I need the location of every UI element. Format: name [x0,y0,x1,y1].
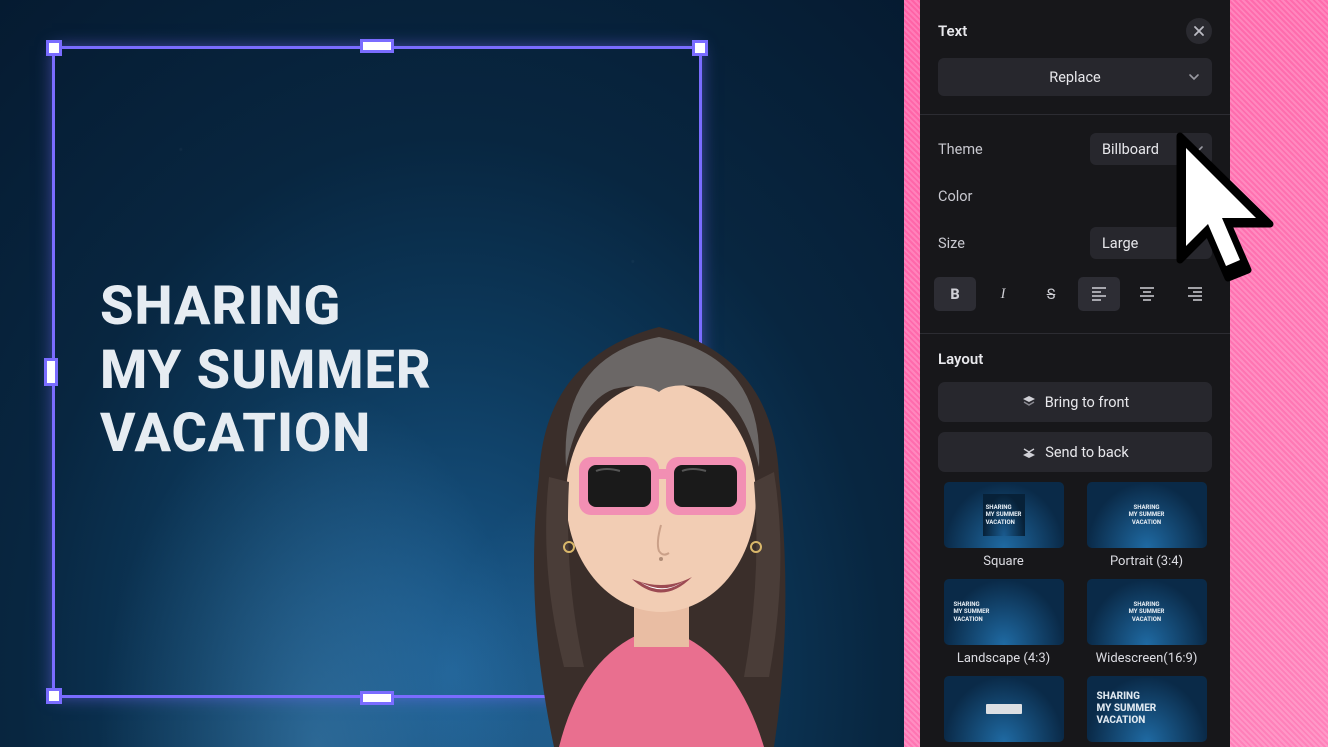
layout-label: Square [983,554,1024,569]
bring-to-front-icon [1021,394,1037,410]
close-icon [1193,25,1205,37]
chevron-down-icon [1192,143,1204,155]
layout-option-widescreen[interactable]: SHARINGMY SUMMERVACATION Widescreen(16:9… [1081,579,1212,666]
canvas-preview[interactable]: SHARING MY SUMMER VACATION [0,0,904,747]
layout-option-portrait[interactable]: SHARINGMY SUMMERVACATION Portrait (3:4) [1081,482,1212,569]
align-right-button[interactable] [1174,277,1216,311]
resize-handle-top[interactable] [360,39,394,53]
resize-handle-tl[interactable] [46,40,62,56]
italic-button[interactable]: I [982,277,1024,311]
layout-thumb: SHARINGMY SUMMERVACATION [1087,482,1207,548]
theme-dropdown[interactable]: Billboard [1090,133,1212,165]
color-swatch-letter: A [1195,190,1202,203]
chevron-down-icon [1188,71,1200,83]
bold-button[interactable]: B [934,277,976,311]
size-dropdown[interactable]: Large [1090,227,1212,259]
layout-label: Portrait (3:4) [1110,554,1183,569]
canvas-text-line: SHARING [100,275,432,339]
align-right-icon [1187,287,1203,301]
layout-thumb: SHARINGMY SUMMERVACATION [1087,676,1207,742]
layout-option-fit-to-text[interactable]: Fit to text [938,676,1069,747]
resize-handle-tr[interactable] [692,40,708,56]
layout-option-fill-slide[interactable]: SHARINGMY SUMMERVACATION Fill slide [1081,676,1212,747]
layout-thumb: SHARINGMY SUMMERVACATION [1087,579,1207,645]
send-to-back-icon [1021,444,1037,460]
strikethrough-button[interactable]: S [1030,277,1072,311]
close-panel-button[interactable] [1186,18,1212,44]
size-value: Large [1102,235,1138,252]
bring-to-front-button[interactable]: Bring to front [938,382,1212,422]
text-properties-panel: Text Replace Theme Billboard Color A Siz… [920,0,1230,747]
align-center-button[interactable] [1126,277,1168,311]
chevron-down-icon [1192,237,1204,249]
align-center-icon [1139,287,1155,301]
divider [920,114,1230,115]
resize-handle-left[interactable] [44,358,58,386]
canvas-text-line: VACATION [100,402,432,466]
theme-label: Theme [938,141,983,158]
color-label: Color [938,188,972,205]
resize-handle-bottom[interactable] [360,691,394,705]
layout-label: Landscape (4:3) [957,651,1050,666]
canvas-text-block[interactable]: SHARING MY SUMMER VACATION [100,275,432,466]
layout-thumb: SHARINGMY SUMMERVACATION [944,579,1064,645]
layout-section-title: Layout [938,350,1212,368]
resize-handle-bl[interactable] [46,688,62,704]
color-picker-button[interactable]: A [1186,183,1212,209]
divider [920,333,1230,334]
replace-dropdown[interactable]: Replace [938,58,1212,96]
layout-label: Widescreen(16:9) [1096,651,1198,666]
canvas-text-line: MY SUMMER [100,339,432,403]
replace-label: Replace [1049,69,1100,86]
layout-option-landscape[interactable]: SHARINGMY SUMMERVACATION Landscape (4:3) [938,579,1069,666]
bring-to-front-label: Bring to front [1045,394,1130,411]
align-left-icon [1091,287,1107,301]
theme-value: Billboard [1102,141,1159,158]
size-label: Size [938,235,965,252]
align-left-button[interactable] [1078,277,1120,311]
layout-thumb [944,676,1064,742]
layout-option-square[interactable]: SHARINGMY SUMMERVACATION Square [938,482,1069,569]
send-to-back-button[interactable]: Send to back [938,432,1212,472]
person-photo [444,247,874,747]
layout-thumb: SHARINGMY SUMMERVACATION [944,482,1064,548]
panel-title: Text [938,22,967,40]
send-to-back-label: Send to back [1045,444,1129,461]
